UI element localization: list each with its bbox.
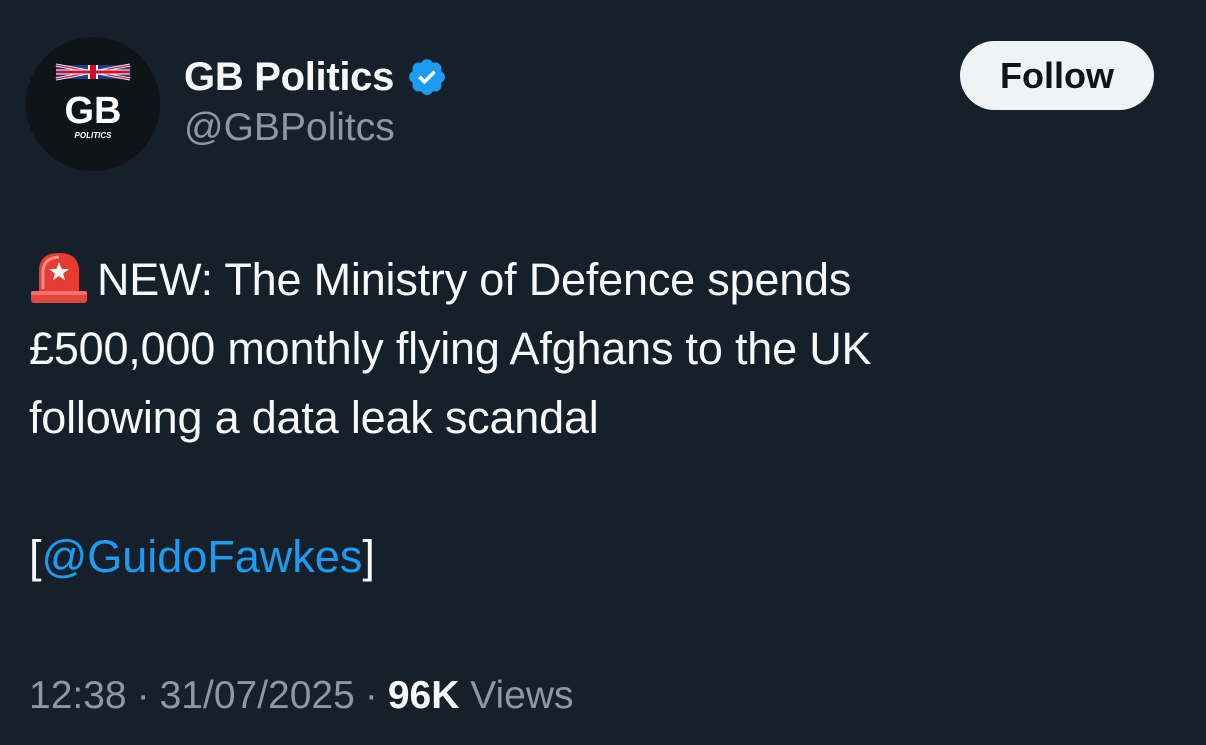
verified-badge-icon[interactable] — [406, 56, 448, 98]
tweet-time[interactable]: 12:38 — [29, 674, 127, 717]
tweet-meta: 12:38 · 31/07/2025 · 96K Views — [29, 668, 574, 724]
mention-close-bracket: ] — [362, 531, 375, 582]
tweet-line-2-text: £500,000 monthly flying Afghans to the U… — [29, 323, 872, 374]
avatar-logo-text: GB — [65, 90, 122, 132]
meta-separator: · — [136, 674, 150, 717]
gb-politics-logo: GB POLITICS — [26, 37, 160, 171]
tweet-text-line-1: NEW: The Ministry of Defence spends — [29, 245, 1179, 314]
tweet-line-3-text: following a data leak scandal — [29, 392, 599, 443]
display-name[interactable]: GB Politics — [184, 55, 394, 100]
tweet-line-1-text: NEW: The Ministry of Defence spends — [97, 254, 852, 305]
author-block: GB Politics @GBPolitcs — [184, 52, 448, 150]
views-label: Views — [470, 674, 574, 717]
mention-link[interactable]: @GuidoFawkes — [42, 531, 363, 582]
mention-line: [@GuidoFawkes] — [29, 522, 375, 591]
avatar-logo-subtext: POLITICS — [75, 131, 113, 140]
views-count[interactable]: 96K — [388, 674, 460, 717]
tweet-date[interactable]: 31/07/2025 — [160, 674, 355, 717]
tweet-text: NEW: The Ministry of Defence spends £500… — [29, 245, 1179, 452]
meta-separator: · — [364, 674, 378, 717]
mention-open-bracket: [ — [29, 531, 42, 582]
name-row: GB Politics — [184, 52, 448, 102]
handle[interactable]: @GBPolitcs — [184, 106, 448, 150]
avatar[interactable]: GB POLITICS — [26, 37, 160, 171]
follow-button[interactable]: Follow — [960, 41, 1154, 110]
tweet: GB POLITICS GB Politics @GBPolitcs Follo… — [0, 0, 1206, 745]
police-siren-icon — [29, 247, 89, 305]
